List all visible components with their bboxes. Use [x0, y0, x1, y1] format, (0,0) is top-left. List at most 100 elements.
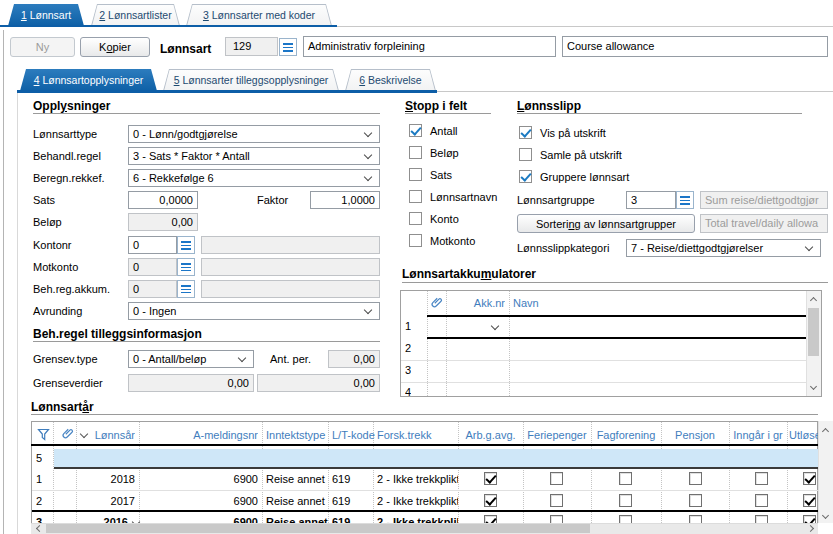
fagforening-checkbox[interactable] [619, 472, 632, 485]
cell-inntektstype[interactable]: Reise annet [266, 473, 328, 485]
belop-label: Beløp [33, 216, 62, 228]
beh-regel-title: Beh.regel tilleggsinformasjon [33, 327, 202, 341]
grenseverdi-2-input[interactable]: 0,00 [257, 374, 380, 392]
avrunding-select[interactable]: 0 - Ingen [128, 302, 380, 320]
lonnsart-name-en-field[interactable]: Course allowance [562, 36, 828, 57]
kontonr-label: Kontonr [33, 239, 72, 251]
faktor-input[interactable]: 1,0000 [310, 191, 380, 209]
tab-lonnsartopplysninger[interactable]: 4 Lønnsartopplysninger [20, 69, 157, 91]
motkonto-input[interactable]: 0 [128, 258, 177, 276]
faktor-label: Faktor [257, 194, 288, 206]
opplysninger-rule [33, 113, 380, 114]
sub-tab-underline [17, 90, 437, 93]
cell-lonnsar[interactable]: 2018 [80, 473, 135, 485]
kontonr-input[interactable]: 0 [128, 236, 177, 254]
chevron-down-icon [364, 151, 372, 159]
new-button[interactable]: Ny [10, 37, 75, 57]
tab-beskrivelse[interactable]: 6 Beskrivelse [345, 69, 436, 91]
vis-pa-utskrift-checkbox[interactable] [519, 126, 532, 139]
cell-lonnsar[interactable]: 2017 [80, 495, 135, 507]
inntektstype-column-header[interactable]: Inntektstype [266, 429, 328, 441]
sats-checkbox[interactable] [409, 168, 422, 181]
inngar-checkbox[interactable] [755, 472, 768, 485]
window-left-border [3, 30, 4, 534]
lonnsartar-vscrollbar[interactable] [818, 421, 833, 523]
lonnsartnavn-checkbox[interactable] [409, 190, 422, 203]
cell-forsk-trekk[interactable]: 2 - Ikke trekkplikti [377, 495, 458, 507]
motkonto-label: Motkonto [33, 261, 78, 273]
lonnsartar-title: Lønnsartår [31, 400, 94, 414]
inngar-i-gr-column-header[interactable]: Inngår i gr [729, 429, 787, 441]
forsk-trekk-column-header[interactable]: Forsk.trekk [377, 429, 460, 441]
pensjon-checkbox[interactable] [689, 472, 702, 485]
avrunding-label: Avrunding [33, 305, 82, 317]
arb-g-avg-checkbox[interactable] [484, 472, 497, 485]
utlose-checkbox[interactable] [803, 494, 816, 507]
cell-ameldingsnr[interactable]: 6900 [143, 495, 258, 507]
utlose-checkbox[interactable] [803, 472, 816, 485]
sats-checkbox-label: Sats [430, 169, 452, 181]
lonnsart-code-field[interactable]: 129 [225, 37, 278, 56]
pensjon-checkbox[interactable] [689, 494, 702, 507]
navn-column-header[interactable]: Navn [513, 297, 713, 309]
arb-g-avg-column-header[interactable]: Arb.g.avg. [458, 429, 523, 441]
feriepenger-checkbox[interactable] [550, 494, 563, 507]
akknr-column-header[interactable]: Akk.nr [446, 297, 505, 309]
sub-tab-underline-rest [437, 91, 833, 92]
kontonr-lookup-icon[interactable] [177, 236, 195, 254]
gruppere-lonnsart-checkbox[interactable] [519, 170, 532, 183]
samle-pa-utskrift-checkbox[interactable] [519, 148, 532, 161]
cell-inntektstype[interactable]: Reise annet [266, 495, 328, 507]
lonnsar-column-header[interactable]: Lønnsår [92, 429, 135, 441]
grenseverdi-1-input[interactable]: 0,00 [128, 374, 254, 392]
cell-lt-kode[interactable]: 619 [332, 473, 372, 485]
belop-input[interactable]: 0,00 [128, 213, 198, 231]
lonnsart-name-no-field[interactable]: Administrativ forpleining [303, 36, 556, 57]
beh-reg-akkum-input[interactable]: 0 [128, 280, 177, 298]
beh-reg-akkum-lookup-icon[interactable] [177, 280, 195, 298]
sats-input[interactable]: 0,0000 [128, 191, 198, 209]
copy-button[interactable]: Kopier [80, 37, 150, 57]
beregn-rekkef-select[interactable]: 6 - Rekkefølge 6 [128, 169, 380, 187]
behandl-regel-select[interactable]: 3 - Sats * Faktor * Antall [128, 147, 380, 165]
tab-tilleggsopplysninger[interactable]: 5 Lønnsarter tilleggsopplysninger [163, 69, 339, 91]
utlose-column-header[interactable]: Utløse [789, 429, 818, 441]
lonnsartgruppe-input[interactable]: 3 [626, 191, 676, 209]
fagforening-checkbox[interactable] [619, 494, 632, 507]
samle-pa-utskrift-label: Samle på utskrift [540, 149, 622, 161]
inngar-checkbox[interactable] [755, 494, 768, 507]
lonnsslippkategori-select[interactable]: 7 - Reise/diettgodtgjørelser [626, 239, 821, 257]
fagforening-column-header[interactable]: Fagforening [591, 429, 661, 441]
lonnsart-lookup-icon[interactable] [279, 38, 297, 56]
cell-forsk-trekk[interactable]: 2 - Ikke trekkplikti [377, 473, 458, 485]
belop-checkbox[interactable] [409, 146, 422, 159]
ant-per-input[interactable]: 0,00 [328, 350, 380, 368]
behandl-regel-label: Behandl.regel [33, 150, 101, 162]
antall-checkbox[interactable] [409, 124, 422, 137]
lonnsartgruppe-lookup-icon[interactable] [676, 191, 694, 209]
opplysninger-title: Opplysninger [33, 99, 110, 113]
tab-lonnsarter-med-koder[interactable]: 3 Lønnsarter med koder [186, 4, 332, 26]
lonnsartar-rule [31, 414, 818, 415]
filter-icon[interactable] [37, 427, 50, 445]
lt-kode-column-header[interactable]: L/T-kode [332, 429, 376, 441]
tab-lonnsart[interactable]: 1 Lønnsart [8, 4, 84, 26]
motkonto-checkbox[interactable] [409, 234, 422, 247]
feriepenger-checkbox[interactable] [550, 472, 563, 485]
grensev-type-select[interactable]: 0 - Antall/beløp [128, 350, 254, 368]
arb-g-avg-checkbox[interactable] [484, 494, 497, 507]
new-row-highlight[interactable] [54, 449, 818, 467]
konto-checkbox[interactable] [409, 212, 422, 225]
sortering-button[interactable]: Sortering av lønnsartgrupper [517, 214, 695, 233]
beregn-rekkef-label: Beregn.rekkef. [33, 172, 105, 184]
ameldingsnr-column-header[interactable]: A-meldingsnr [143, 429, 258, 441]
cell-lt-kode[interactable]: 619 [332, 495, 372, 507]
cell-ameldingsnr[interactable]: 6900 [143, 473, 258, 485]
scrollbar-thumb[interactable] [808, 308, 819, 356]
tab-lonnsartlister[interactable]: 2 Lønnsartlister [91, 4, 180, 26]
motkonto-lookup-icon[interactable] [177, 258, 195, 276]
pensjon-column-header[interactable]: Pensjon [661, 429, 729, 441]
lonnsarttype-select[interactable]: 0 - Lønn/godtgjørelse [128, 125, 380, 143]
feriepenger-column-header[interactable]: Feriepenger [523, 429, 591, 441]
scrollbar-thumb[interactable] [46, 524, 590, 533]
